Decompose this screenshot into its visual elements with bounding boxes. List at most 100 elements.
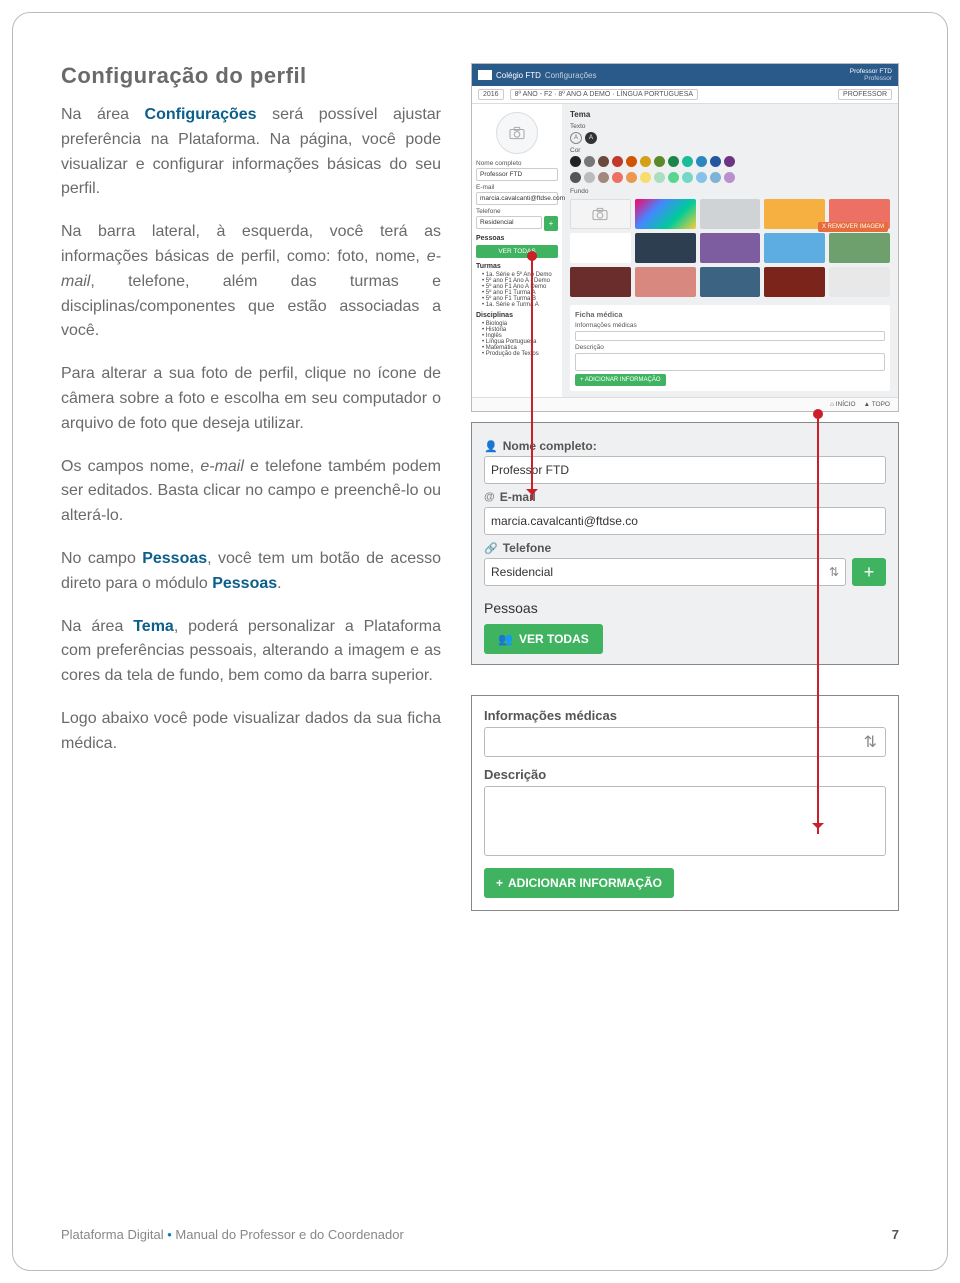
color-swatch[interactable] [612,156,623,167]
add-info-button[interactable]: + ADICIONAR INFORMAÇÃO [575,374,666,386]
class-pill[interactable]: 8º ANO - F2 · 8º ANO A DEMO · LÍNGUA POR… [510,89,698,100]
info-medicas-select[interactable] [575,331,885,341]
paragraph-5: No campo Pessoas, você tem um botão de a… [61,547,441,597]
turmas-heading: Turmas [476,263,558,270]
background-tile[interactable] [700,267,761,297]
user-role: Professor [850,75,892,82]
disciplinas-list: BiologiaHistóriaInglêsLíngua PortuguesaM… [482,321,558,357]
user-icon: 👤 [484,440,498,453]
list-item[interactable]: Produção de Textos [482,351,558,357]
email-input[interactable] [484,507,886,535]
page-footer: Plataforma Digital • Manual do Professor… [61,1227,899,1242]
app-screenshot: Colégio FTD Configurações Professor FTD … [471,63,899,412]
nome-label: Nome completo [476,160,558,167]
background-tile[interactable] [829,267,890,297]
background-tile[interactable] [570,267,631,297]
brand-name: Colégio FTD [496,71,541,80]
info-medicas-label: Informações médicas [484,708,886,723]
remove-image-button[interactable]: X REMOVER IMAGEM [818,222,888,232]
font-size-large[interactable]: A [585,132,597,144]
text: Na barra lateral, à esquerda, você terá … [61,223,441,265]
italic-email: e-mail [200,458,244,475]
text: Os campos nome, [61,458,200,475]
color-swatch[interactable] [570,156,581,167]
paragraph-6: Na área Tema, poderá personalizar a Plat… [61,615,441,689]
color-swatch[interactable] [654,156,665,167]
app-subbar: 2016 8º ANO - F2 · 8º ANO A DEMO · LÍNGU… [472,86,898,104]
color-swatch[interactable] [626,172,637,183]
email-field[interactable]: marcia.cavalcanti@ftdse.com [476,192,558,205]
color-swatch[interactable] [696,172,707,183]
color-swatch[interactable] [668,156,679,167]
color-swatch[interactable] [598,172,609,183]
info-medicas-select[interactable]: ⇅ [484,727,886,757]
topo-link[interactable]: ▲ TOPO [864,401,890,408]
background-tile[interactable] [764,199,825,229]
avatar-icon[interactable] [496,112,538,154]
color-swatch[interactable] [724,172,735,183]
color-swatch[interactable] [640,172,651,183]
text: INÍCIO [836,401,856,408]
list-item[interactable]: 1a. Série e Turma A [482,302,558,308]
color-swatch[interactable] [682,172,693,183]
color-swatch[interactable] [584,156,595,167]
descricao-textarea[interactable] [575,353,885,371]
color-swatch[interactable] [724,156,735,167]
color-swatch[interactable] [584,172,595,183]
color-swatch[interactable] [682,156,693,167]
ver-todas-button[interactable]: 👥 VER TODAS [484,624,603,654]
text: Residencial [491,565,553,579]
background-tile[interactable] [635,199,696,229]
paragraph-4: Os campos nome, e-mail e telefone também… [61,455,441,529]
color-swatch[interactable] [640,156,651,167]
text: Telefone [503,541,551,555]
add-phone-button[interactable]: + [544,216,558,231]
highlight-pessoas: Pessoas [142,550,207,567]
role-pill[interactable]: PROFESSOR [838,89,892,100]
add-phone-button[interactable]: + [852,558,886,586]
telefone-select[interactable]: Residencial [476,216,542,229]
nome-field[interactable]: Professor FTD [476,168,558,181]
app-main: Tema Texto A A Cor Fundo X REMOVER IMAGE… [562,104,898,397]
text-column: Configuração do perfil Na área Configura… [61,63,441,911]
background-tile[interactable] [700,233,761,263]
texto-label: Texto [570,123,890,130]
color-swatch[interactable] [710,156,721,167]
app-footer-links: ⌂ INÍCIO ▲ TOPO [472,397,898,411]
color-swatch[interactable] [710,172,721,183]
ficha-medica-box: Ficha médica Informações médicas Descriç… [570,305,890,391]
background-tile[interactable] [829,233,890,263]
background-tile[interactable] [764,267,825,297]
background-tile[interactable] [570,233,631,263]
highlight-pessoas: Pessoas [212,575,277,592]
color-swatch[interactable] [626,156,637,167]
color-swatch[interactable] [570,172,581,183]
section-title: Configuração do perfil [61,63,441,89]
color-swatch[interactable] [696,156,707,167]
background-tile[interactable] [635,233,696,263]
background-tile[interactable] [700,199,761,229]
background-tile[interactable] [764,233,825,263]
color-swatch[interactable] [612,172,623,183]
disciplinas-heading: Disciplinas [476,312,558,319]
color-swatch[interactable] [654,172,665,183]
ver-todas-button[interactable]: VER TODAS [476,245,558,258]
font-size-small[interactable]: A [570,132,582,144]
figure-column: Colégio FTD Configurações Professor FTD … [471,63,899,911]
adicionar-informacao-button[interactable]: + ADICIONAR INFORMAÇÃO [484,868,674,898]
color-swatch[interactable] [598,156,609,167]
background-tile[interactable] [635,267,696,297]
callout-arrow-icon [531,256,533,500]
text: No campo [61,550,142,567]
text: Na área [61,618,133,635]
telefone-select[interactable]: Residencial ⇅ [484,558,846,586]
inicio-link[interactable]: ⌂ INÍCIO [830,401,856,408]
telefone-label: 🔗 Telefone [484,541,886,555]
color-swatch[interactable] [668,172,679,183]
paragraph-2: Na barra lateral, à esquerda, você terá … [61,220,441,344]
nome-input[interactable] [484,456,886,484]
cor-label: Cor [570,147,890,154]
descricao-textarea[interactable] [484,786,886,856]
year-pill[interactable]: 2016 [478,89,504,100]
camera-tile-icon[interactable] [570,199,631,229]
